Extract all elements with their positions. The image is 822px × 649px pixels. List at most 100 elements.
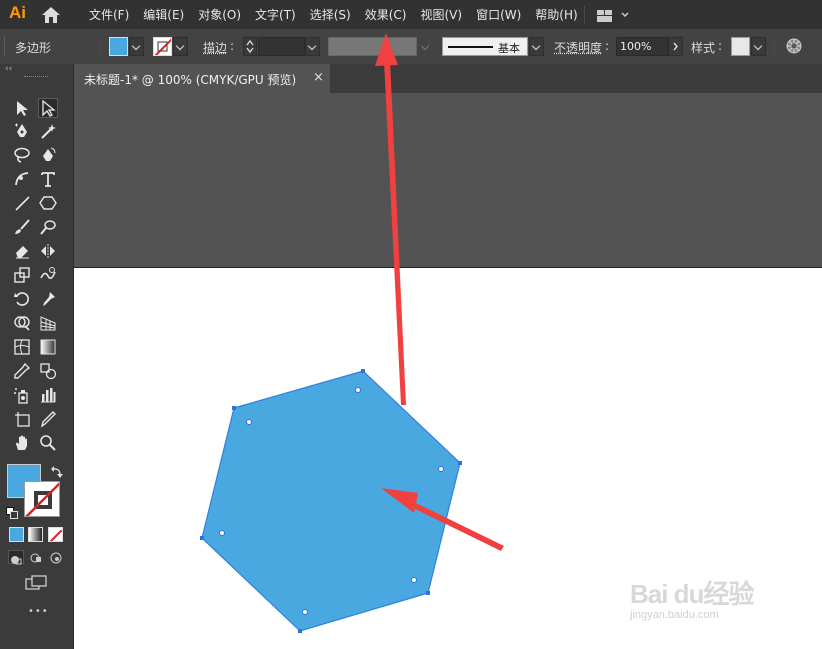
profile-dropdown[interactable] <box>418 37 433 56</box>
swap-fill-stroke-icon[interactable] <box>50 464 64 478</box>
direct-selection-tool-icon[interactable] <box>38 98 58 118</box>
stroke-label[interactable]: 描边 <box>203 39 227 56</box>
chevron-down-icon <box>420 41 430 51</box>
brush-dropdown[interactable] <box>529 37 544 56</box>
collapse-panel-icon[interactable]: ‹‹ <box>5 64 12 74</box>
menu-view[interactable]: 视图(V) <box>420 6 462 23</box>
chevron-down-icon <box>175 41 185 51</box>
warp-tool-icon[interactable] <box>38 265 58 285</box>
eraser-tool-icon[interactable] <box>12 241 32 261</box>
draw-normal-icon[interactable] <box>8 550 24 565</box>
color-mode-button[interactable] <box>9 527 24 542</box>
symbol-sprayer-tool-icon[interactable] <box>12 385 32 405</box>
object-type-label: 多边形 <box>15 41 52 55</box>
gradient-mode-button[interactable] <box>28 527 43 542</box>
pasteboard[interactable] <box>74 93 822 267</box>
stroke-weight-dropdown[interactable] <box>305 37 320 56</box>
puppet-warp-tool-icon[interactable] <box>38 289 58 309</box>
stroke-label-colon: : <box>230 39 235 53</box>
grip-handle[interactable] <box>4 37 8 56</box>
brush-definition-field[interactable]: 基本 <box>442 37 528 56</box>
pen-tool-icon[interactable] <box>12 121 32 141</box>
graphic-style-dropdown[interactable] <box>751 37 766 56</box>
artboard-tool-icon[interactable] <box>12 409 32 429</box>
menu-divider <box>584 6 585 24</box>
type-tool-icon[interactable] <box>38 169 58 189</box>
reflect-tool-icon[interactable] <box>38 241 58 261</box>
lasso-tool-icon[interactable] <box>12 145 32 165</box>
column-graph-tool-icon[interactable] <box>38 385 58 405</box>
menu-edit[interactable]: 编辑(E) <box>143 6 184 23</box>
curvature-pen-tool-icon[interactable] <box>38 145 58 165</box>
menu-bar: Ai 文件(F) 编辑(E) 对象(O) 文字(T) 选择(S) 效果(C) 视… <box>0 0 822 29</box>
none-mode-button[interactable] <box>48 527 63 542</box>
screen-mode-icon[interactable] <box>24 574 48 592</box>
app-logo: Ai <box>9 3 26 22</box>
shape-builder-tool-icon[interactable] <box>12 313 32 333</box>
menu-file[interactable]: 文件(F) <box>89 6 129 23</box>
watermark-brand: Bai du经验 <box>630 579 754 609</box>
tools-panel: ‹‹ ••• <box>0 64 74 649</box>
chevron-down-icon <box>307 41 317 51</box>
stroke-weight-input[interactable] <box>258 37 305 56</box>
menu-effect[interactable]: 效果(C) <box>365 6 407 23</box>
menu-window[interactable]: 窗口(W) <box>476 6 521 23</box>
blend-tool-icon[interactable] <box>38 361 58 381</box>
curvature-tool-icon[interactable] <box>12 169 32 189</box>
menu-object[interactable]: 对象(O) <box>198 6 241 23</box>
line-segment-tool-icon[interactable] <box>12 193 32 213</box>
stepper-arrows-icon <box>246 39 254 54</box>
no-stroke-icon <box>154 38 171 55</box>
opacity-input[interactable]: 100% <box>616 37 668 56</box>
menu-type[interactable]: 文字(T) <box>255 6 296 23</box>
document-tab[interactable]: 未标题-1* @ 100% (CMYK/GPU 预览) × <box>74 64 330 93</box>
opacity-expand-button[interactable] <box>668 37 683 56</box>
workspace-switcher-icon[interactable] <box>596 8 632 22</box>
draw-behind-icon[interactable] <box>29 550 43 564</box>
main-menu: 文件(F) 编辑(E) 对象(O) 文字(T) 选择(S) 效果(C) 视图(V… <box>82 0 585 29</box>
style-label-colon: : <box>718 39 723 53</box>
gradient-tool-icon[interactable] <box>38 337 58 357</box>
opacity-label-colon: : <box>605 39 610 53</box>
paintbrush-tool-icon[interactable] <box>12 217 32 237</box>
eyedropper-tool-icon[interactable] <box>12 361 32 381</box>
rotate-tool-icon[interactable] <box>12 289 32 309</box>
slice-tool-icon[interactable] <box>38 409 58 429</box>
draw-inside-icon[interactable] <box>49 550 63 564</box>
variable-width-profile[interactable] <box>328 37 417 56</box>
stroke-dropdown[interactable] <box>173 37 188 56</box>
home-icon[interactable] <box>40 6 62 24</box>
panel-grip[interactable] <box>24 76 48 79</box>
no-fill-icon <box>49 529 62 541</box>
stroke-color-box[interactable] <box>24 481 60 517</box>
close-icon[interactable]: × <box>313 70 324 85</box>
magic-wand-tool-icon[interactable] <box>38 121 58 141</box>
zoom-tool-icon[interactable] <box>38 433 58 453</box>
fill-dropdown[interactable] <box>129 37 144 56</box>
mesh-tool-icon[interactable] <box>12 337 32 357</box>
no-stroke-icon <box>25 482 59 516</box>
fill-color-swatch[interactable] <box>109 37 128 56</box>
recolor-artwork-icon[interactable] <box>786 38 802 54</box>
stroke-color-swatch[interactable] <box>153 37 172 56</box>
opacity-label[interactable]: 不透明度 <box>554 39 602 56</box>
control-divider <box>100 37 101 55</box>
default-fill-stroke-icon[interactable] <box>6 504 18 519</box>
baidu-jingyan-watermark: Bai du经验 jingyan.baidu.com <box>630 574 754 621</box>
chevron-down-icon <box>753 41 763 51</box>
selection-tool-icon[interactable] <box>12 98 32 118</box>
scale-tool-icon[interactable] <box>12 265 32 285</box>
chevron-down-icon <box>131 41 141 51</box>
hand-tool-icon[interactable] <box>12 433 32 453</box>
blob-brush-tool-icon[interactable] <box>38 217 58 237</box>
perspective-grid-tool-icon[interactable] <box>38 313 58 333</box>
stroke-weight-stepper[interactable] <box>243 37 257 56</box>
menu-select[interactable]: 选择(S) <box>310 6 351 23</box>
more-tools-icon[interactable]: ••• <box>28 606 49 617</box>
style-label: 样式 <box>691 41 716 55</box>
document-tab-title: 未标题-1* @ 100% (CMYK/GPU 预览) <box>84 73 297 87</box>
polygon-tool-icon[interactable] <box>38 193 58 213</box>
brush-style-label: 基本 <box>498 42 520 55</box>
menu-help[interactable]: 帮助(H) <box>535 6 577 23</box>
graphic-style-swatch[interactable] <box>731 37 750 56</box>
